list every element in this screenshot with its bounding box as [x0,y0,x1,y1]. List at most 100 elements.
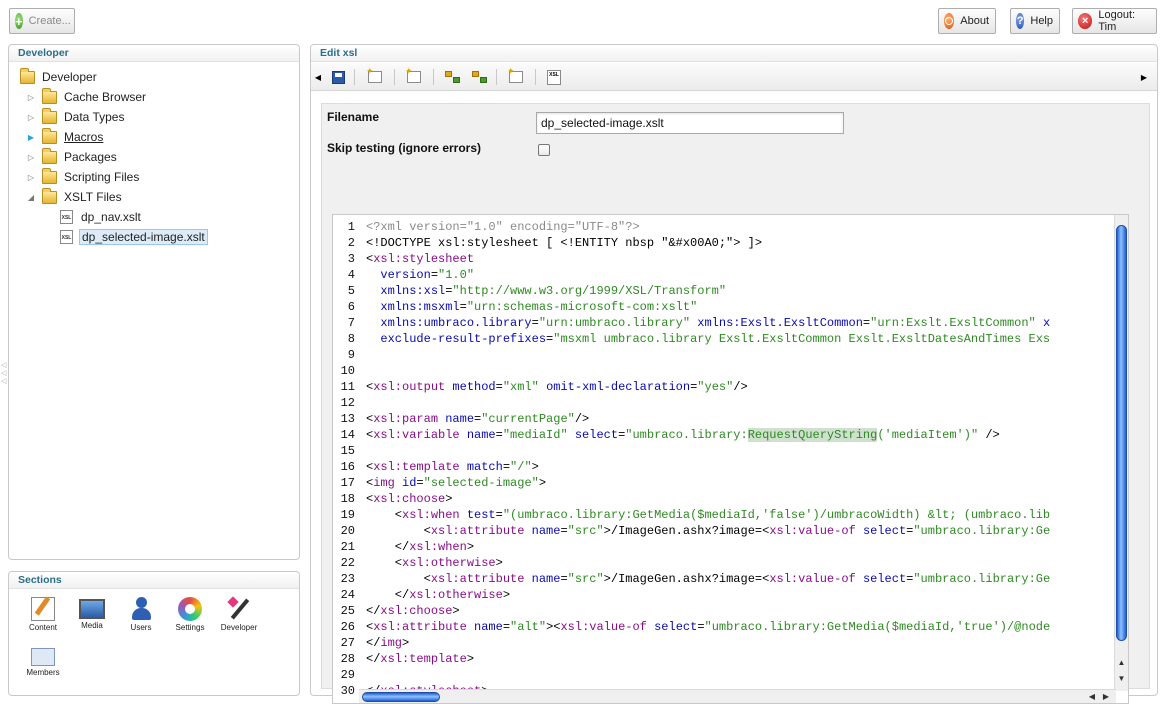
code-token: = [495,508,503,522]
expand-arrow-icon[interactable]: ▷ [26,152,36,162]
insert-value-button[interactable] [366,66,384,86]
horizontal-scroll-thumb[interactable] [362,692,440,702]
section-label: Members [26,668,60,677]
tree-item-data-types[interactable]: ▷ Data Types [26,107,126,127]
code-token: RequestQueryString [747,428,878,442]
scroll-right-arrow-icon[interactable]: ▶ [1100,690,1112,703]
tree-item-label: Packages [64,150,117,164]
expand-arrow-icon[interactable]: ▶ [26,132,36,142]
tree-item-scripting-files[interactable]: ▷ Scripting Files [26,167,141,187]
save-button[interactable] [329,68,347,86]
xsl-visualize-button[interactable]: XSL [545,68,563,86]
code-line: <xsl:attribute name="src">/ImageGen.ashx… [366,571,1051,587]
vertical-scrollbar[interactable]: ▲ ▼ [1114,215,1128,691]
scroll-down-arrow-icon[interactable]: ▼ [1115,673,1128,685]
insert-xsl-button[interactable] [507,66,525,86]
tree-item-xslt-files[interactable]: ◢ XSLT Files [26,187,124,207]
code-editor[interactable]: 1 2 3 4 5 6 7 8 9 10 11 12 13 14 15 16 17 18 19 20 21 22 23 24 2… [332,214,1129,704]
line-number: 20 [340,524,355,538]
code-line: <xsl:template match="/"> [366,459,539,475]
tree-item-packages[interactable]: ▷ Packages [26,147,119,167]
code-token: = [495,428,503,442]
section-label: Media [81,621,103,630]
section-users[interactable]: Users [116,597,166,632]
folder-icon [20,67,35,84]
section-members[interactable]: Members [18,644,68,677]
code-line: <xsl:choose> [366,491,452,507]
section-content[interactable]: Content [18,597,68,632]
tree-root-developer[interactable]: Developer [20,67,99,87]
line-number: 6 [347,300,355,314]
tree-item-cache-browser[interactable]: ▷ Cache Browser [26,87,148,107]
code-token: xsl:attribute [430,524,525,538]
code-token: xmlns:Exslt.ExsltCommon [697,316,863,330]
insert-value-icon [366,66,382,83]
section-media[interactable]: Media [67,597,117,630]
help-button[interactable]: ? Help [1010,8,1060,34]
code-token: method [452,380,496,394]
line-number: 15 [340,444,355,458]
code-token: omit-xml-declaration [546,380,691,394]
edit-panel-title: Edit xsl [311,45,1157,62]
insert-macro-button[interactable] [405,66,423,86]
choose-button[interactable] [443,68,461,86]
code-token: > [531,460,539,474]
logout-button[interactable]: × Logout: Tim [1072,8,1157,34]
code-token: = [531,316,539,330]
line-number: 11 [340,380,355,394]
settings-icon [178,597,202,621]
tree-root-label: Developer [42,70,97,84]
line-number: 2 [347,236,355,250]
collapse-arrow-icon[interactable]: ◢ [26,192,36,202]
section-settings[interactable]: Settings [165,597,215,632]
tree-item-label: Scripting Files [64,170,140,184]
code-token: xsl:attribute [430,572,525,586]
line-number: 1 [347,220,355,234]
users-icon [129,597,153,621]
line-number: 25 [340,604,355,618]
code-token: xsl:template [373,460,460,474]
section-developer[interactable]: Developer [214,597,264,632]
code-token: img [373,476,395,490]
code-token: = [560,524,568,538]
toolbar-separator [535,69,536,85]
code-token: xsl:value-of [769,572,856,586]
expand-arrow-icon[interactable]: ▷ [26,112,36,122]
line-number: 14 [340,428,355,442]
expand-arrow-icon[interactable]: ▷ [26,172,36,182]
toolbar-scroll-right-icon[interactable]: ▶ [1139,68,1149,86]
scroll-left-arrow-icon[interactable]: ◀ [1086,690,1098,703]
tree-item-macros[interactable]: ▶ Macros [26,127,105,147]
toolbar-scroll-left-icon[interactable]: ◀ [313,68,323,86]
xsl-visualize-icon: XSL [547,69,561,85]
scroll-up-arrow-icon[interactable]: ▲ [1115,657,1128,669]
line-number-gutter: 1 2 3 4 5 6 7 8 9 10 11 12 13 14 15 16 17 18 19 20 21 22 23 24 2… [333,215,359,703]
code-token: > [502,588,511,602]
for-each-button[interactable] [470,68,488,86]
skip-testing-checkbox[interactable] [538,144,550,156]
code-token: > [452,604,460,618]
tree-file-dp-selected-image[interactable]: XSL dp_selected-image.xslt [60,227,208,247]
vertical-scroll-thumb[interactable] [1116,225,1127,641]
panel-splitter-handle[interactable]: ◁ ◁ ◁ [1,362,7,392]
horizontal-scrollbar[interactable]: ◀ ▶ [359,689,1116,703]
code-token: /> [978,428,1000,442]
create-button[interactable]: + Create... [9,8,75,34]
code-token: <?xml version="1.0" encoding="UTF-8"?> [366,220,640,234]
code-token: "http://www.w3.org/1999/XSL/Transform" [452,284,727,298]
xsl-file-icon: XSL [60,210,73,224]
code-lines[interactable]: <?xml version="1.0" encoding="UTF-8"?> <!… [366,215,1126,689]
code-line: <xsl:stylesheet [366,251,474,267]
expand-arrow-icon[interactable]: ▷ [26,92,36,102]
about-button[interactable]: About [938,8,996,34]
tree-file-dp-nav[interactable]: XSL dp_nav.xslt [60,207,143,227]
code-token: select [862,572,907,586]
section-label: Users [130,623,152,632]
filename-input[interactable] [536,112,844,134]
line-number: 22 [340,556,355,570]
